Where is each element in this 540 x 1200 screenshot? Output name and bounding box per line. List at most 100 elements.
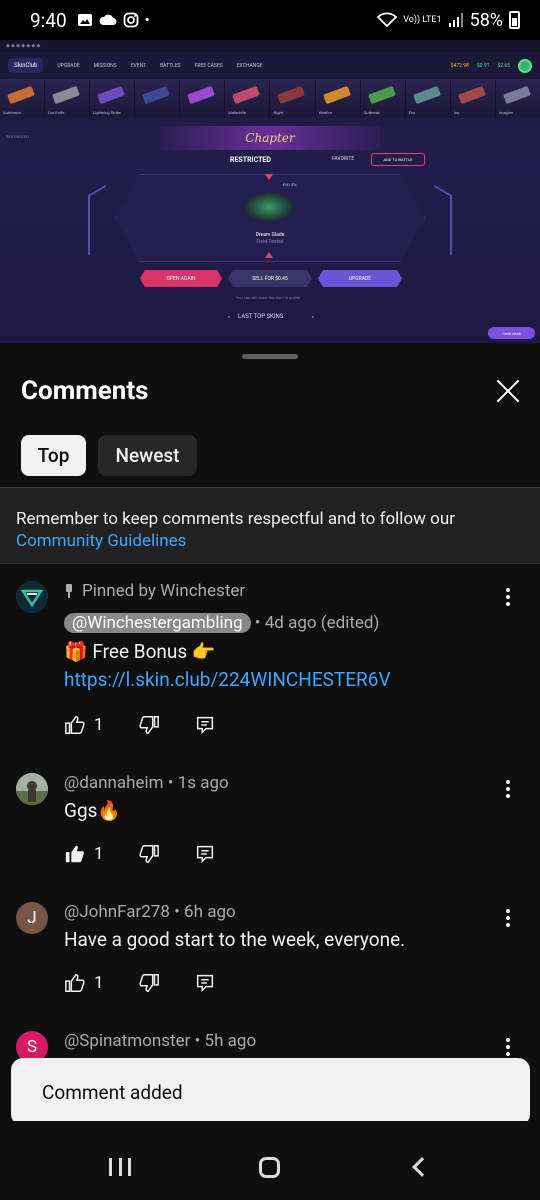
video-drop: Night <box>270 80 315 118</box>
reply-button[interactable] <box>194 843 216 865</box>
reply-icon <box>196 716 213 735</box>
comment-author[interactable]: @Winchestergambling <box>64 613 251 633</box>
comments-title: Comments <box>21 376 149 406</box>
video-item-image <box>244 192 294 222</box>
video-site-nav: SkinClub UPGRADE MISSIONS EVENT BATTLES … <box>0 52 540 80</box>
video-nav-item: UPGRADE <box>57 62 80 69</box>
avatar-letter: S <box>26 1037 38 1057</box>
channel-logo-icon <box>16 581 48 613</box>
signal-icon <box>448 13 463 27</box>
avatar[interactable]: J <box>16 902 48 934</box>
like-button[interactable]: 1 <box>64 972 104 994</box>
video-drop: Outbreak <box>360 80 405 118</box>
video-sell-button: SELL FOR $0.45 <box>228 270 312 287</box>
video-pointer-bottom-icon <box>265 252 273 258</box>
video-drop <box>135 80 180 118</box>
video-site-logo: SkinClub <box>8 58 44 73</box>
network-label: Vo)) LTE1 <box>403 14 442 25</box>
user-photo-icon <box>16 773 48 805</box>
avatar[interactable] <box>16 581 48 613</box>
comment-meta: @Winchestergambling • 4d ago (edited) <box>64 611 490 635</box>
comment-author[interactable]: @Spinatmonster <box>64 1031 190 1051</box>
video-balance: $472.98 $0.91 $2.65 <box>450 58 532 73</box>
home-button[interactable] <box>259 1157 280 1178</box>
recent-apps-button[interactable] <box>109 1158 131 1176</box>
video-drop <box>180 80 225 118</box>
comment-body: @dannaheim • 1s ago Ggs🔥 <box>64 771 490 825</box>
comment-author[interactable]: @JohnFar278 <box>64 902 170 922</box>
status-time: 9:40 <box>30 8 67 32</box>
close-button[interactable] <box>492 375 524 407</box>
back-button[interactable] <box>412 1157 432 1177</box>
instagram-icon <box>123 12 139 28</box>
comment-time: • 5h ago <box>194 1031 257 1051</box>
drag-handle[interactable] <box>242 354 298 359</box>
dislike-button[interactable] <box>138 972 160 994</box>
like-button[interactable]: 1 <box>64 843 104 865</box>
avatar[interactable] <box>16 773 48 805</box>
comment-time: • 1s ago <box>167 773 229 793</box>
comment-body: Pinned by Winchester @Winchestergambling… <box>64 579 490 694</box>
comment-item: @dannaheim • 1s ago Ggs🔥 1 <box>0 771 540 871</box>
comment-link[interactable]: https://l.skin.club/224WINCHESTER6V <box>64 666 490 694</box>
comment-text: Ggs🔥 <box>64 799 122 822</box>
like-count: 1 <box>94 844 104 864</box>
video-drop: Gut Knife <box>45 80 90 118</box>
video-nav-item: BATTLES <box>160 62 181 69</box>
video-nav-item: MISSIONS <box>93 62 117 69</box>
system-nav-bar <box>0 1121 540 1200</box>
thumbs-down-icon <box>138 716 159 734</box>
comment-text: 🎁 Free Bonus 👉 <box>64 640 216 663</box>
like-button[interactable]: 1 <box>64 714 104 736</box>
tab-top[interactable]: Top <box>21 435 86 476</box>
video-nav-item: EVENT <box>130 62 147 69</box>
video-chevron-right-icon <box>434 184 452 256</box>
comment-actions: 1 <box>64 842 216 866</box>
comment-item: J @JohnFar278 • 6h ago Have a good start… <box>0 900 540 1000</box>
status-right: Vo)) LTE1 58% <box>377 10 520 31</box>
video-drop: Autotronic <box>0 80 45 118</box>
more-options-button[interactable] <box>500 906 516 930</box>
comment-meta: @dannaheim • 1s ago <box>64 771 490 795</box>
video-live-drops: Autotronic Gut Knife Lightning Strike Ma… <box>0 80 540 118</box>
video-item-chance: ₽41.5% <box>283 182 297 187</box>
reply-button[interactable] <box>194 972 216 994</box>
comment-meta: @Spinatmonster • 5h ago <box>64 1029 490 1053</box>
video-nav-item: EXCHANGE <box>236 62 263 69</box>
pin-icon <box>64 584 74 598</box>
more-options-button[interactable] <box>500 777 516 801</box>
comment-time: • 6h ago <box>174 902 236 922</box>
video-breadcrumb: RESTRICTED <box>6 134 29 139</box>
reply-button[interactable] <box>194 714 216 736</box>
tab-newest[interactable]: Newest <box>98 435 197 476</box>
thumbs-down-icon <box>138 845 159 863</box>
video-item-name: Dream Glade Field-Tested <box>255 232 285 245</box>
cloud-icon <box>99 14 117 25</box>
video-chapter-banner: Chapter <box>160 126 380 150</box>
dislike-button[interactable] <box>138 843 160 865</box>
reply-icon <box>196 974 213 993</box>
reply-icon <box>196 845 213 864</box>
dot-icon: • <box>144 11 150 29</box>
more-options-button[interactable] <box>500 585 516 609</box>
avatar-letter: J <box>27 908 37 928</box>
video-cash-desk: Cash desk <box>488 327 535 339</box>
like-count: 1 <box>94 715 104 735</box>
comment-actions: 1 <box>64 713 216 737</box>
video-drop: Imagine <box>495 80 540 118</box>
community-guidelines-link[interactable]: Community Guidelines <box>16 530 524 552</box>
video-balance-3: $2.65 <box>497 62 510 69</box>
notice-text: Remember to keep comments respectful and… <box>16 509 455 529</box>
video-site-topnav: ◆ ◆ ◆ ◆ ◆ ◆ ◆ <box>0 40 540 52</box>
comment-author[interactable]: @dannaheim <box>64 773 164 793</box>
more-options-button[interactable] <box>500 1035 516 1059</box>
video-player[interactable]: ◆ ◆ ◆ ◆ ◆ ◆ ◆ SkinClub UPGRADE MISSIONS … <box>0 40 540 343</box>
comment-text: Have a good start to the week, everyone. <box>64 928 406 951</box>
dislike-button[interactable] <box>138 714 160 736</box>
video-balance-1: $472.98 <box>450 62 469 69</box>
video-withdraw-note: You can withdraw this item in profile <box>236 295 301 300</box>
video-dot-icon <box>312 316 314 318</box>
status-bar: 9:40 • Vo)) LTE1 58% <box>0 0 540 40</box>
video-last-top-skins: LAST TOP SKINS <box>238 313 284 320</box>
toast-text: Comment added <box>42 1080 183 1104</box>
